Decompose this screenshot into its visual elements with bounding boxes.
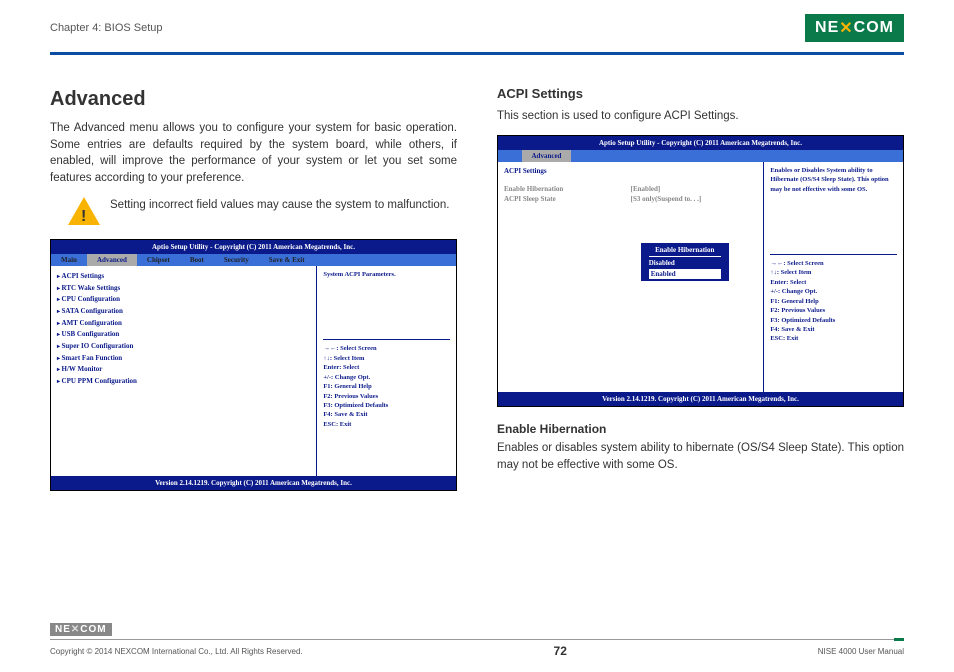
- bios-help-text: Enables or Disables System ability to Hi…: [770, 166, 897, 194]
- menu-item: ACPI Settings: [57, 271, 310, 282]
- bios-menu-list: ACPI Settings RTC Wake Settings CPU Conf…: [51, 266, 317, 476]
- bios-help-panel: System ACPI Parameters. →←: Select Scree…: [317, 266, 456, 476]
- menu-item: CPU PPM Configuration: [57, 376, 310, 387]
- warning-icon: [68, 197, 100, 225]
- menu-item: Super IO Configuration: [57, 341, 310, 352]
- setting-key: Enable Hibernation: [504, 184, 631, 194]
- warning-block: Setting incorrect field values may cause…: [68, 197, 457, 225]
- warning-text: Setting incorrect field values may cause…: [110, 197, 457, 214]
- key-hint: F4: Save & Exit: [770, 325, 897, 334]
- menu-item: CPU Configuration: [57, 294, 310, 305]
- section-title: Advanced: [50, 85, 457, 114]
- menu-item: RTC Wake Settings: [57, 283, 310, 294]
- key-hint: ESC: Exit: [323, 420, 450, 429]
- key-hint: F4: Save & Exit: [323, 410, 450, 419]
- key-hint: F3: Optimized Defaults: [323, 401, 450, 410]
- tab-boot: Boot: [180, 254, 214, 266]
- key-hint: +/-: Change Opt.: [770, 287, 897, 296]
- bios-tabs: Main Advanced Chipset Boot Security Save…: [51, 254, 456, 266]
- tab-chipset: Chipset: [137, 254, 180, 266]
- option-popup: Enable Hibernation Disabled Enabled: [640, 242, 730, 281]
- page-number: 72: [554, 644, 567, 658]
- tab-save-exit: Save & Exit: [259, 254, 315, 266]
- bios-title: Aptio Setup Utility - Copyright (C) 2011…: [51, 240, 456, 254]
- setting-value: [Enabled]: [631, 184, 661, 194]
- left-column: Advanced The Advanced menu allows you to…: [50, 85, 457, 491]
- bios-title: Aptio Setup Utility - Copyright (C) 2011…: [498, 136, 903, 150]
- bios-footer: Version 2.14.1219. Copyright (C) 2011 Am…: [498, 392, 903, 406]
- key-hint: F2: Previous Values: [770, 306, 897, 315]
- key-hint: F1: General Help: [770, 297, 897, 306]
- bios-help-panel: Enables or Disables System ability to Hi…: [764, 162, 903, 392]
- tab-security: Security: [214, 254, 259, 266]
- setting-key: ACPI Sleep State: [504, 194, 631, 204]
- key-hint: F3: Optimized Defaults: [770, 316, 897, 325]
- brand-logo: NE✕COM: [805, 14, 904, 42]
- bios-footer: Version 2.14.1219. Copyright (C) 2011 Am…: [51, 476, 456, 490]
- right-column: ACPI Settings This section is used to co…: [497, 85, 904, 491]
- key-hint: +/-: Change Opt.: [323, 373, 450, 382]
- key-hint: Enter: Select: [770, 278, 897, 287]
- bios-tabs: x Advanced: [498, 150, 903, 162]
- menu-item: Smart Fan Function: [57, 353, 310, 364]
- chapter-label: Chapter 4: BIOS Setup: [50, 22, 163, 34]
- page-footer: NE✕COM Copyright © 2014 NEXCOM Internati…: [0, 619, 954, 658]
- bios-screenshot-2: Aptio Setup Utility - Copyright (C) 2011…: [497, 135, 904, 407]
- popup-option-selected: Enabled: [649, 269, 721, 279]
- tab-advanced: Advanced: [522, 150, 572, 162]
- section-intro: The Advanced menu allows you to configur…: [50, 120, 457, 187]
- popup-title: Enable Hibernation: [649, 245, 721, 257]
- key-hint: →←: Select Screen: [323, 344, 450, 353]
- setting-row: Enable Hibernation [Enabled]: [504, 184, 757, 194]
- popup-option: Disabled: [649, 258, 721, 268]
- menu-item: H/W Monitor: [57, 364, 310, 375]
- option-description: Enables or disables system ability to hi…: [497, 440, 904, 473]
- copyright-text: Copyright © 2014 NEXCOM International Co…: [50, 647, 303, 656]
- setting-value: [S3 only(Suspend to. . .]: [631, 194, 702, 204]
- key-hint: F2: Previous Values: [323, 392, 450, 401]
- key-hint: Enter: Select: [323, 363, 450, 372]
- tab-advanced: Advanced: [87, 254, 137, 266]
- key-hint: ↑↓: Select Item: [323, 354, 450, 363]
- bios-screenshot-1: Aptio Setup Utility - Copyright (C) 2011…: [50, 239, 457, 491]
- manual-name: NISE 4000 User Manual: [818, 647, 904, 656]
- bios-help-text: System ACPI Parameters.: [323, 270, 450, 279]
- menu-item: SATA Configuration: [57, 306, 310, 317]
- key-hint: ESC: Exit: [770, 334, 897, 343]
- menu-item: AMT Configuration: [57, 318, 310, 329]
- subsection-title: ACPI Settings: [497, 85, 904, 104]
- key-hint: ↑↓: Select Item: [770, 268, 897, 277]
- option-heading: Enable Hibernation: [497, 421, 904, 438]
- key-hint: →←: Select Screen: [770, 259, 897, 268]
- menu-item: USB Configuration: [57, 329, 310, 340]
- tab-main: Main: [51, 254, 87, 266]
- footer-logo: NE✕COM: [50, 623, 112, 636]
- key-hint: F1: General Help: [323, 382, 450, 391]
- setting-row: ACPI Sleep State [S3 only(Suspend to. . …: [504, 194, 757, 204]
- panel-section-title: ACPI Settings: [504, 166, 757, 176]
- subsection-intro: This section is used to configure ACPI S…: [497, 108, 904, 125]
